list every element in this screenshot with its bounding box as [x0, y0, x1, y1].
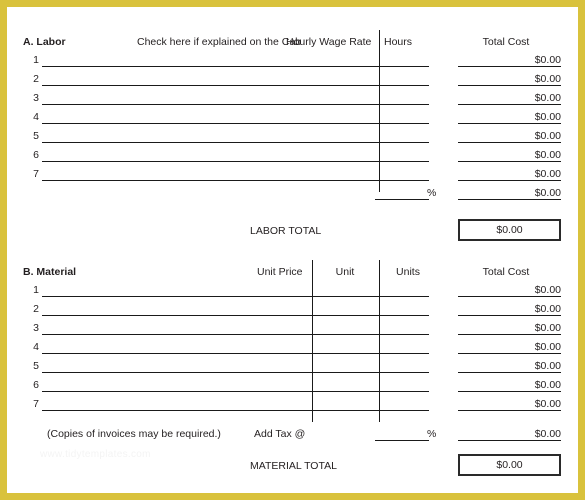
- labor-section-label: A. Labor: [23, 36, 66, 48]
- material-row-amount: $0.00: [534, 379, 561, 391]
- material-tax-amount-rule: [458, 440, 561, 441]
- labor-column-divider: [379, 30, 380, 192]
- material-row-number: 5: [33, 360, 39, 372]
- material-row-number: 4: [33, 341, 39, 353]
- material-row-number: 3: [33, 322, 39, 334]
- material-amount-rule: [458, 372, 561, 373]
- labor-row-number: 3: [33, 92, 39, 104]
- labor-row-amount: $0.00: [534, 130, 561, 142]
- labor-row-number: 5: [33, 130, 39, 142]
- material-row-number: 7: [33, 398, 39, 410]
- labor-entry-rule[interactable]: [42, 104, 429, 105]
- labor-row-amount: $0.00: [534, 54, 561, 66]
- material-invoice-note: (Copies of invoices may be required.): [47, 428, 221, 440]
- labor-entry-rule[interactable]: [42, 180, 429, 181]
- labor-row-number: 6: [33, 149, 39, 161]
- labor-percent-amount: $0.00: [534, 187, 561, 199]
- material-entry-rule[interactable]: [42, 334, 429, 335]
- material-column-divider-unit-price: [312, 260, 313, 422]
- material-section-label: B. Material: [23, 266, 77, 278]
- labor-col-hours: Hours: [384, 36, 413, 48]
- labor-row-number: 4: [33, 111, 39, 123]
- labor-percent-rule[interactable]: [375, 199, 429, 200]
- labor-row-amount: $0.00: [534, 168, 561, 180]
- material-amount-rule: [458, 410, 561, 411]
- labor-entry-rule[interactable]: [42, 123, 429, 124]
- labor-row-number: 2: [33, 73, 39, 85]
- labor-amount-rule: [458, 142, 561, 143]
- material-amount-rule: [458, 353, 561, 354]
- material-entry-rule[interactable]: [42, 372, 429, 373]
- labor-row-amount: $0.00: [534, 73, 561, 85]
- labor-percent-amount-rule: [458, 199, 561, 200]
- material-total-label: MATERIAL TOTAL: [250, 460, 337, 472]
- material-tax-rate-rule[interactable]: [375, 440, 429, 441]
- labor-amount-rule: [458, 123, 561, 124]
- labor-percent-symbol: %: [427, 187, 437, 199]
- labor-entry-rule[interactable]: [42, 66, 429, 67]
- material-amount-rule: [458, 334, 561, 335]
- material-column-divider-unit: [379, 260, 380, 422]
- material-col-total-cost: Total Cost: [482, 266, 530, 278]
- labor-amount-rule: [458, 85, 561, 86]
- labor-row-amount: $0.00: [534, 92, 561, 104]
- material-col-unit: Unit: [335, 266, 355, 278]
- material-percent-symbol: %: [427, 428, 437, 440]
- labor-row-number: 1: [33, 54, 39, 66]
- material-entry-rule[interactable]: [42, 296, 429, 297]
- material-col-units: Units: [396, 266, 420, 278]
- labor-row-number: 7: [33, 168, 39, 180]
- labor-entry-rule[interactable]: [42, 85, 429, 86]
- material-row-amount: $0.00: [534, 360, 561, 372]
- material-add-tax-label: Add Tax @: [254, 428, 306, 440]
- material-row-amount: $0.00: [534, 284, 561, 296]
- material-row-amount: $0.00: [534, 341, 561, 353]
- form-sheet: A. Labor Check here if explained on the …: [7, 7, 578, 493]
- watermark: www.tidytemplates.com: [40, 449, 151, 460]
- material-row-amount: $0.00: [534, 322, 561, 334]
- material-entry-rule[interactable]: [42, 410, 429, 411]
- labor-total-label: LABOR TOTAL: [250, 225, 322, 237]
- material-row-number: 1: [33, 284, 39, 296]
- material-row-amount: $0.00: [534, 303, 561, 315]
- material-tax-amount: $0.00: [534, 428, 561, 440]
- labor-col-total-cost: Total Cost: [482, 36, 530, 48]
- labor-amount-rule: [458, 180, 561, 181]
- material-entry-rule[interactable]: [42, 353, 429, 354]
- labor-entry-rule[interactable]: [42, 142, 429, 143]
- material-total-value: $0.00: [458, 454, 561, 476]
- page-frame: A. Labor Check here if explained on the …: [7, 7, 578, 493]
- labor-total-value: $0.00: [458, 219, 561, 241]
- material-row-number: 2: [33, 303, 39, 315]
- labor-check-note: Check here if explained on the Cab: [137, 36, 302, 48]
- labor-amount-rule: [458, 66, 561, 67]
- material-entry-rule[interactable]: [42, 315, 429, 316]
- labor-amount-rule: [458, 104, 561, 105]
- material-row-number: 6: [33, 379, 39, 391]
- material-amount-rule: [458, 391, 561, 392]
- labor-amount-rule: [458, 161, 561, 162]
- material-col-unit-price: Unit Price: [257, 266, 303, 278]
- labor-col-hourly-wage-rate: Hourly Wage Rate: [286, 36, 372, 48]
- material-amount-rule: [458, 296, 561, 297]
- labor-entry-rule[interactable]: [42, 161, 429, 162]
- material-amount-rule: [458, 315, 561, 316]
- labor-row-amount: $0.00: [534, 149, 561, 161]
- labor-row-amount: $0.00: [534, 111, 561, 123]
- material-entry-rule[interactable]: [42, 391, 429, 392]
- material-row-amount: $0.00: [534, 398, 561, 410]
